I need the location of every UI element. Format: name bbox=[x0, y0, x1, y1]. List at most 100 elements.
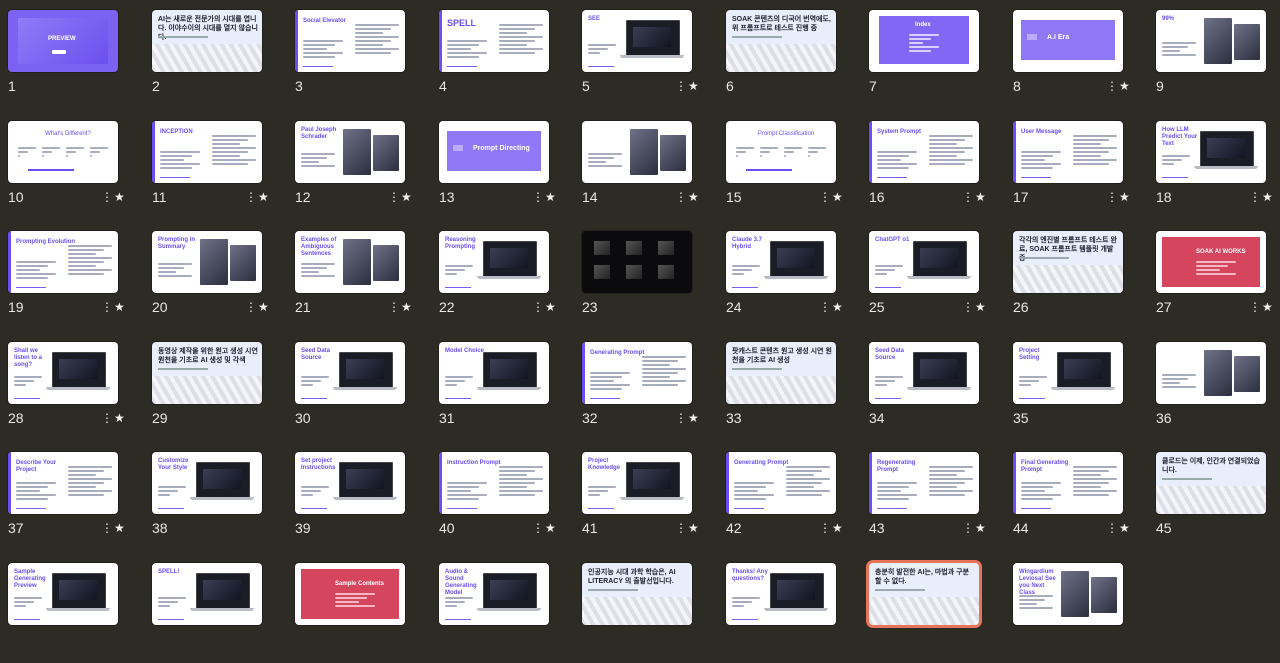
slide-cell[interactable]: 99% 9 bbox=[1148, 0, 1280, 110]
slide-cell[interactable]: SPELL 4 bbox=[431, 0, 574, 110]
slide-thumbnail[interactable]: Social Elevator bbox=[295, 10, 405, 72]
slide-thumbnail[interactable]: Set project Instructions bbox=[295, 452, 405, 514]
slide-cell[interactable]: Project Knowledge 41 ⋮★ bbox=[574, 442, 717, 552]
slide-thumbnail[interactable] bbox=[582, 121, 692, 183]
slide-cell[interactable]: INCEPTION 11 ⋮★ bbox=[144, 111, 287, 221]
slide-thumbnail[interactable]: Wingardium Leviosa! See you Next Class bbox=[1013, 563, 1123, 625]
slide-thumbnail[interactable]: 충분히 발전한 AI는, 마법과 구분할 수 없다. bbox=[869, 563, 979, 625]
slide-thumbnail[interactable]: 99% bbox=[1156, 10, 1266, 72]
transition-icon[interactable]: ⋮★ bbox=[819, 300, 844, 314]
slide-cell[interactable]: 36 bbox=[1148, 332, 1280, 442]
slide-cell[interactable]: Model Choice 31 bbox=[431, 332, 574, 442]
transition-icon[interactable]: ⋮★ bbox=[388, 190, 413, 204]
slide-thumbnail[interactable]: Regenerating Prompt bbox=[869, 452, 979, 514]
slide-thumbnail[interactable]: Examples of Ambiguous Sentences bbox=[295, 231, 405, 293]
transition-icon[interactable]: ⋮★ bbox=[1106, 521, 1131, 535]
slide-thumbnail[interactable]: SPELL bbox=[439, 10, 549, 72]
slide-thumbnail[interactable]: Prompt Classification bbox=[726, 121, 836, 183]
slide-cell[interactable]: 팟캐스트 콘텐츠 원고 생성 시연 원천을 기초로 AI 생성 33 bbox=[718, 332, 861, 442]
slide-cell[interactable]: 23 bbox=[574, 221, 717, 331]
transition-icon[interactable]: ⋮★ bbox=[1249, 300, 1274, 314]
slide-cell[interactable]: SOAK AI WORKS 27 ⋮★ bbox=[1148, 221, 1280, 331]
transition-icon[interactable]: ⋮★ bbox=[962, 521, 987, 535]
slide-thumbnail[interactable]: 팟캐스트 콘텐츠 원고 생성 시연 원천을 기초로 AI 생성 bbox=[726, 342, 836, 404]
slide-cell[interactable]: Sample Generating Preview bbox=[0, 553, 143, 663]
slide-thumbnail[interactable]: Sample Contents bbox=[295, 563, 405, 625]
slide-cell[interactable]: Examples of Ambiguous Sentences 21 ⋮★ bbox=[287, 221, 430, 331]
slide-thumbnail[interactable]: 각각의 엔진별 프롬프트 테스트 완료, SOAK 프롬프트 템플릿 개발 중 bbox=[1013, 231, 1123, 293]
transition-icon[interactable]: ⋮★ bbox=[245, 300, 270, 314]
slide-cell[interactable]: ChatGPT o1 25 ⋮★ bbox=[861, 221, 1004, 331]
slide-thumbnail[interactable]: SPELL! bbox=[152, 563, 262, 625]
slide-thumbnail[interactable]: Seed Data Source bbox=[869, 342, 979, 404]
transition-icon[interactable]: ⋮★ bbox=[1106, 79, 1131, 93]
slide-cell[interactable]: PREVIEW 1 bbox=[0, 0, 143, 110]
slide-cell[interactable]: Social Elevator 3 bbox=[287, 0, 430, 110]
slide-thumbnail[interactable]: SOAK AI WORKS bbox=[1156, 231, 1266, 293]
slide-cell[interactable]: Customize Your Style 38 bbox=[144, 442, 287, 552]
slide-cell[interactable]: Generating Prompt 42 ⋮★ bbox=[718, 442, 861, 552]
slide-cell[interactable]: How LLM Predict Your Text 18 ⋮★ bbox=[1148, 111, 1280, 221]
slide-cell[interactable]: Prompt Directing 13 ⋮★ bbox=[431, 111, 574, 221]
slide-thumbnail[interactable]: User Message bbox=[1013, 121, 1123, 183]
slide-cell[interactable]: Wingardium Leviosa! See you Next Class bbox=[1005, 553, 1148, 663]
slide-thumbnail[interactable]: Reasoning Prompting bbox=[439, 231, 549, 293]
slide-cell[interactable]: AI는 새로운 전문가의 시대를 엽니다. 이야수이의 시대를 열지 않습니다.… bbox=[144, 0, 287, 110]
slide-cell[interactable]: Shall we listen to a song? 28 ⋮★ bbox=[0, 332, 143, 442]
slide-thumbnail[interactable]: Final Generating Prompt bbox=[1013, 452, 1123, 514]
transition-icon[interactable]: ⋮★ bbox=[819, 521, 844, 535]
slide-thumbnail[interactable]: Prompting in Summary bbox=[152, 231, 262, 293]
slide-cell[interactable]: Regenerating Prompt 43 ⋮★ bbox=[861, 442, 1004, 552]
transition-icon[interactable]: ⋮★ bbox=[101, 411, 126, 425]
slide-thumbnail[interactable]: What's Different? bbox=[8, 121, 118, 183]
slide-cell[interactable]: Audio & Sound Generating Model bbox=[431, 553, 574, 663]
slide-cell[interactable]: SEE 5 ⋮★ bbox=[574, 0, 717, 110]
slide-cell[interactable]: Sample Contents bbox=[287, 553, 430, 663]
slide-thumbnail[interactable]: Shall we listen to a song? bbox=[8, 342, 118, 404]
transition-icon[interactable]: ⋮★ bbox=[1249, 190, 1274, 204]
slide-cell[interactable]: System Prompt 16 ⋮★ bbox=[861, 111, 1004, 221]
transition-icon[interactable]: ⋮★ bbox=[245, 190, 270, 204]
slide-cell[interactable]: 14 ⋮★ bbox=[574, 111, 717, 221]
transition-icon[interactable]: ⋮★ bbox=[675, 411, 700, 425]
slide-thumbnail[interactable]: Claude 3.7 Hybrid bbox=[726, 231, 836, 293]
slide-thumbnail[interactable]: Project Setting bbox=[1013, 342, 1123, 404]
slide-cell[interactable]: Prompting in Summary 20 ⋮★ bbox=[144, 221, 287, 331]
transition-icon[interactable]: ⋮★ bbox=[101, 300, 126, 314]
transition-icon[interactable]: ⋮★ bbox=[1106, 190, 1131, 204]
slide-thumbnail[interactable]: 인공지능 시대 과학 학습은, AI LITERACY 의 출발선입니다. bbox=[582, 563, 692, 625]
slide-cell[interactable]: Final Generating Prompt 44 ⋮★ bbox=[1005, 442, 1148, 552]
transition-icon[interactable]: ⋮★ bbox=[675, 190, 700, 204]
transition-icon[interactable]: ⋮★ bbox=[819, 190, 844, 204]
slide-thumbnail[interactable]: ChatGPT o1 bbox=[869, 231, 979, 293]
slide-thumbnail[interactable]: Describe Your Project bbox=[8, 452, 118, 514]
slide-cell[interactable]: SOAK 콘텐츠의 디국어 번역에도, 위 프롬프트로 테스트 진행 중 6 bbox=[718, 0, 861, 110]
slide-cell[interactable]: 클로드는 이제, 인간과 연결되었습니다. 45 bbox=[1148, 442, 1280, 552]
slide-thumbnail[interactable]: INCEPTION bbox=[152, 121, 262, 183]
slide-thumbnail[interactable]: SOAK 콘텐츠의 디국어 번역에도, 위 프롬프트로 테스트 진행 중 bbox=[726, 10, 836, 72]
slide-cell[interactable]: SPELL! bbox=[144, 553, 287, 663]
slide-thumbnail[interactable]: Generating Prompt bbox=[726, 452, 836, 514]
slide-thumbnail[interactable]: Sample Generating Preview bbox=[8, 563, 118, 625]
slide-thumbnail[interactable]: SEE bbox=[582, 10, 692, 72]
slide-cell[interactable]: User Message 17 ⋮★ bbox=[1005, 111, 1148, 221]
slide-thumbnail[interactable]: 동영상 제작을 위한 원고 생성 시연 원천을 기초로 AI 생성 및 각색 bbox=[152, 342, 262, 404]
slide-thumbnail[interactable]: Seed Data Source bbox=[295, 342, 405, 404]
slide-cell[interactable]: Instruction Prompt 40 ⋮★ bbox=[431, 442, 574, 552]
slide-cell[interactable]: 각각의 엔진별 프롬프트 테스트 완료, SOAK 프롬프트 템플릿 개발 중 2… bbox=[1005, 221, 1148, 331]
slide-thumbnail[interactable]: System Prompt bbox=[869, 121, 979, 183]
slide-thumbnail[interactable]: PREVIEW bbox=[8, 10, 118, 72]
slide-cell[interactable]: Thanks! Any questions? bbox=[718, 553, 861, 663]
slide-cell[interactable]: Seed Data Source 34 bbox=[861, 332, 1004, 442]
transition-icon[interactable]: ⋮★ bbox=[675, 79, 700, 93]
slide-thumbnail[interactable]: Customize Your Style bbox=[152, 452, 262, 514]
slide-cell[interactable]: 인공지능 시대 과학 학습은, AI LITERACY 의 출발선입니다. bbox=[574, 553, 717, 663]
slide-thumbnail[interactable]: Prompt Directing bbox=[439, 121, 549, 183]
slide-cell[interactable]: Prompting Evolution 19 ⋮★ bbox=[0, 221, 143, 331]
slide-thumbnail[interactable]: Prompting Evolution bbox=[8, 231, 118, 293]
slide-cell[interactable]: Paul Joseph Schrader 12 ⋮★ bbox=[287, 111, 430, 221]
slide-cell[interactable]: Project Setting 35 bbox=[1005, 332, 1148, 442]
slide-cell[interactable]: Claude 3.7 Hybrid 24 ⋮★ bbox=[718, 221, 861, 331]
slide-thumbnail[interactable]: AI는 새로운 전문가의 시대를 엽니다. 이야수이의 시대를 열지 않습니다. bbox=[152, 10, 262, 72]
transition-icon[interactable]: ⋮★ bbox=[101, 190, 126, 204]
